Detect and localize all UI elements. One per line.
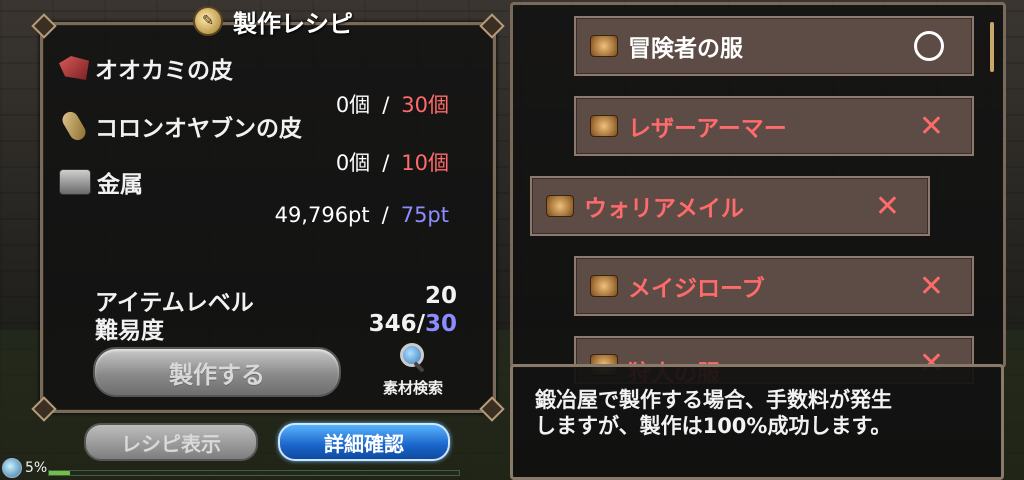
- status-progress-fill: [49, 471, 70, 475]
- difficulty-label: 難易度: [95, 318, 164, 344]
- list-item-name: 冒険者の服: [628, 36, 743, 62]
- magnifier-icon: [398, 343, 428, 373]
- armor-scroll-icon: [546, 195, 574, 217]
- craftable-circle-icon: [914, 31, 944, 61]
- recipe-scroll-icon: ✎: [193, 6, 223, 36]
- detail-check-button[interactable]: 詳細確認: [278, 423, 450, 461]
- list-item-name: レザーアーマー: [628, 116, 787, 142]
- list-item[interactable]: 冒険者の服: [574, 16, 974, 76]
- armor-scroll-icon: [590, 35, 618, 57]
- recipe-panel: ✎ 製作レシピ オオカミの皮 0個/30個 コロンオヤブンの皮 0個/10個 金…: [31, 6, 505, 422]
- orb-icon: [2, 458, 22, 478]
- wolf-hide-icon: [59, 56, 89, 80]
- panel-title: ✎ 製作レシピ: [193, 3, 393, 39]
- armor-scroll-icon: [590, 275, 618, 297]
- material-search-label: 素材検索: [382, 379, 443, 397]
- not-craftable-x-icon: ✕: [918, 268, 944, 304]
- material-row: 金属 49,796pt/75pt: [59, 165, 479, 227]
- craft-button[interactable]: 製作する: [93, 347, 341, 397]
- material-name: オオカミの皮: [95, 58, 233, 84]
- not-craftable-x-icon: ✕: [874, 188, 900, 224]
- not-craftable-x-icon: ✕: [918, 108, 944, 144]
- material-name: 金属: [97, 172, 143, 198]
- list-item-selected[interactable]: ウォリアメイル ✕: [530, 176, 930, 236]
- status-percent: 5%: [25, 460, 48, 476]
- armor-scroll-icon: [590, 115, 618, 137]
- material-search-button[interactable]: 素材検索: [373, 343, 453, 398]
- list-item[interactable]: レザーアーマー ✕: [574, 96, 974, 156]
- list-item[interactable]: メイジローブ ✕: [574, 256, 974, 316]
- material-count: 49,796pt/75pt: [274, 203, 449, 227]
- message-text: 鍛冶屋で製作する場合、手数料が発生 しますが、製作は100%成功します。: [535, 388, 892, 438]
- material-name: コロンオヤブンの皮: [95, 116, 302, 142]
- panel-title-text: 製作レシピ: [233, 9, 353, 38]
- metal-ingot-icon: [59, 169, 91, 195]
- difficulty-row: 難易度 346/30: [95, 311, 457, 345]
- list-item-name: メイジローブ: [628, 276, 765, 302]
- message-box: 鍛冶屋で製作する場合、手数料が発生 しますが、製作は100%成功します。: [510, 364, 1004, 480]
- status-progress-bar: [48, 470, 460, 476]
- list-item-name: ウォリアメイル: [584, 196, 744, 222]
- status-indicator: 5%: [2, 458, 47, 478]
- list-scrollbar[interactable]: [990, 22, 994, 72]
- colon-boss-hide-icon: [59, 109, 89, 143]
- difficulty-value: 346/30: [368, 311, 457, 337]
- recipe-display-button[interactable]: レシピ表示: [84, 423, 258, 461]
